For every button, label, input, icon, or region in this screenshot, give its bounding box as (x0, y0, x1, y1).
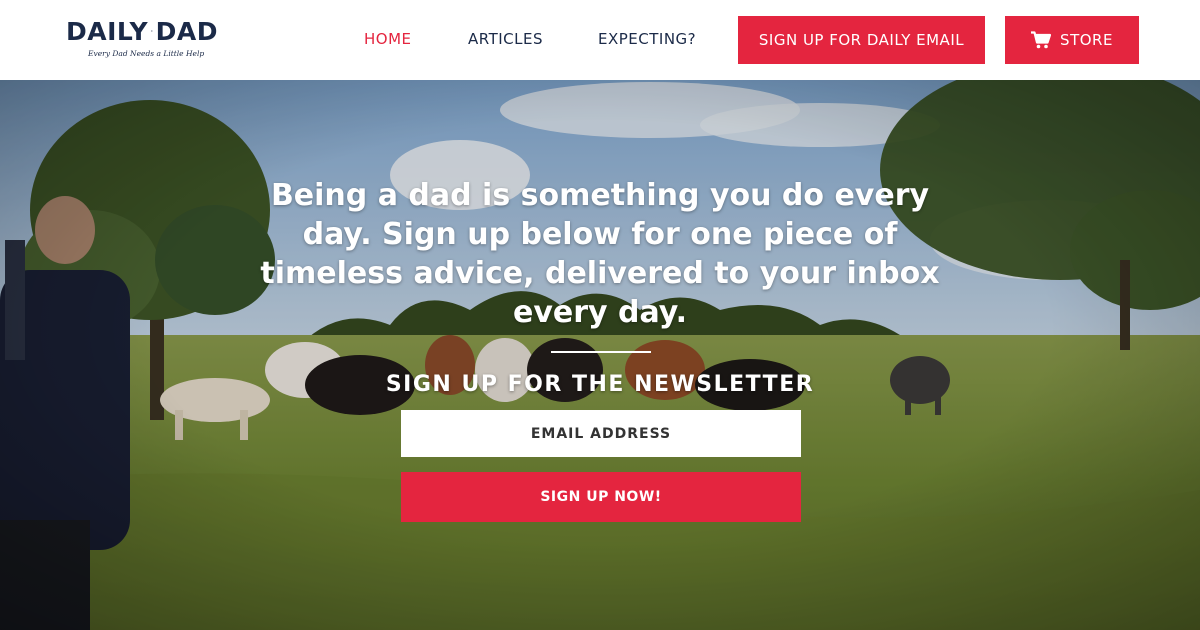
hero-background-image (0, 80, 1200, 630)
logo-text-right: DAD (155, 16, 218, 46)
signup-daily-email-button[interactable]: SIGN UP FOR DAILY EMAIL (738, 16, 985, 64)
hero-headline: Being a dad is something you do every da… (260, 178, 940, 330)
logo-text-left: DAILY (66, 16, 149, 46)
nav-home-link[interactable]: HOME (364, 28, 412, 50)
signup-daily-email-label: SIGN UP FOR DAILY EMAIL (758, 31, 965, 49)
nav-articles-link[interactable]: ARTICLES (468, 28, 543, 50)
store-label: STORE (1060, 31, 1113, 49)
newsletter-title: SIGN UP FOR THE NEWSLETTER (385, 372, 815, 397)
site-header: DAILY DAD Every Dad Needs a Little Help … (0, 0, 1200, 80)
signup-now-button[interactable]: SIGN UP NOW! (401, 472, 801, 522)
email-address-input[interactable] (401, 410, 801, 457)
site-logo[interactable]: DAILY DAD Every Dad Needs a Little Help (66, 14, 218, 64)
nav-expecting-link[interactable]: EXPECTING? (598, 28, 696, 50)
store-button[interactable]: STORE (1005, 16, 1139, 64)
hero-section: Being a dad is something you do every da… (0, 80, 1200, 630)
logo-wordmark: DAILY DAD (66, 14, 218, 48)
logo-tagline: Every Dad Needs a Little Help (88, 49, 205, 58)
cart-icon (1031, 31, 1052, 49)
headline-divider (551, 351, 651, 353)
compass-icon (151, 30, 153, 32)
